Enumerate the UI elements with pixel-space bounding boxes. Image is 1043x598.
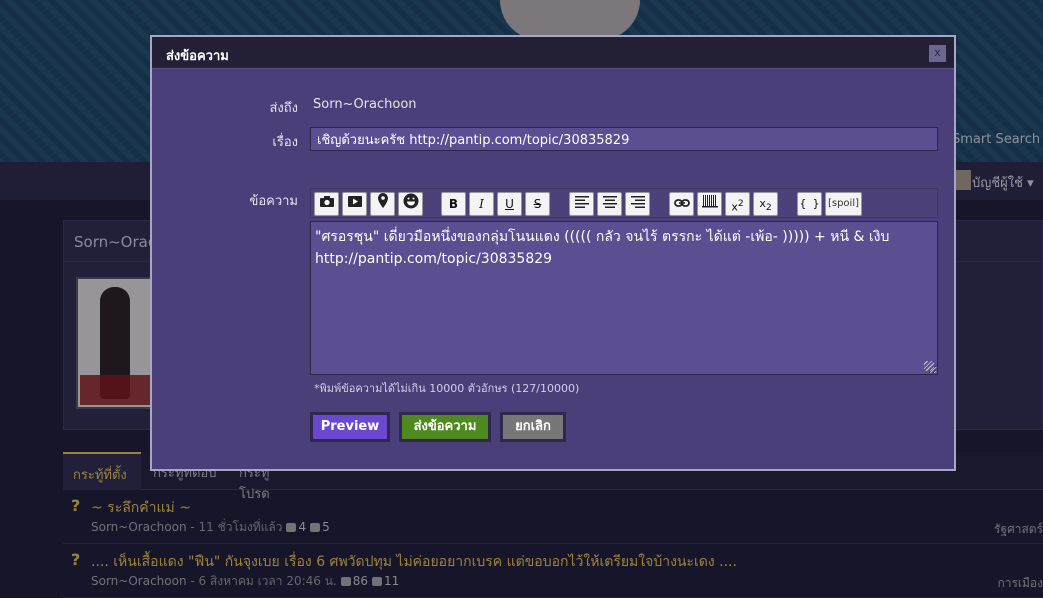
message-label: ข้อความ xyxy=(249,194,298,209)
resize-handle-icon[interactable] xyxy=(924,361,934,371)
character-counter: *พิมพ์ข้อความได้ไม่เกิน 10000 ตัวอักษร (… xyxy=(314,382,580,395)
video-icon[interactable] xyxy=(342,192,367,216)
emoji-icon[interactable] xyxy=(398,192,423,216)
horizontal-rule-icon[interactable] xyxy=(697,192,722,216)
align-left-icon[interactable] xyxy=(569,192,594,216)
close-icon[interactable]: x xyxy=(929,45,946,62)
dialog-header: ส่งข้อความ x xyxy=(152,37,954,69)
italic-button[interactable]: I xyxy=(469,192,494,216)
dialog-title: ส่งข้อความ xyxy=(166,49,229,64)
to-label: ส่งถึง xyxy=(269,101,298,116)
send-message-button[interactable]: ส่งข้อความ xyxy=(399,412,491,442)
align-center-icon[interactable] xyxy=(597,192,622,216)
strikethrough-button[interactable]: S xyxy=(525,192,550,216)
send-message-dialog: ส่งข้อความ x ส่งถึง Sorn~Orachoon เรื่อง… xyxy=(150,35,956,471)
align-right-icon[interactable] xyxy=(625,192,650,216)
code-button[interactable]: { } xyxy=(797,192,822,216)
subject-label: เรื่อง xyxy=(272,135,298,150)
bold-button[interactable]: B xyxy=(441,192,466,216)
camera-icon[interactable] xyxy=(314,192,339,216)
superscript-icon[interactable]: x2 xyxy=(725,192,750,216)
subscript-icon[interactable]: x2 xyxy=(753,192,778,216)
message-textarea[interactable]: "ศรอรชุน" เดี่ยวมือหนึ่งของกลุ่มโนนแดง (… xyxy=(310,221,938,375)
spoiler-button[interactable]: [spoil] xyxy=(825,192,862,216)
recipient-value: Sorn~Orachoon xyxy=(313,97,417,112)
subject-input[interactable] xyxy=(310,127,938,151)
cancel-button[interactable]: ยกเลิก xyxy=(500,412,566,442)
link-icon[interactable] xyxy=(669,192,694,216)
map-pin-icon[interactable] xyxy=(370,192,395,216)
preview-button[interactable]: Preview xyxy=(310,412,390,442)
underline-button[interactable]: U xyxy=(497,192,522,216)
editor-toolbar: B I U S x2 x2 { } [spoil] xyxy=(310,188,938,218)
